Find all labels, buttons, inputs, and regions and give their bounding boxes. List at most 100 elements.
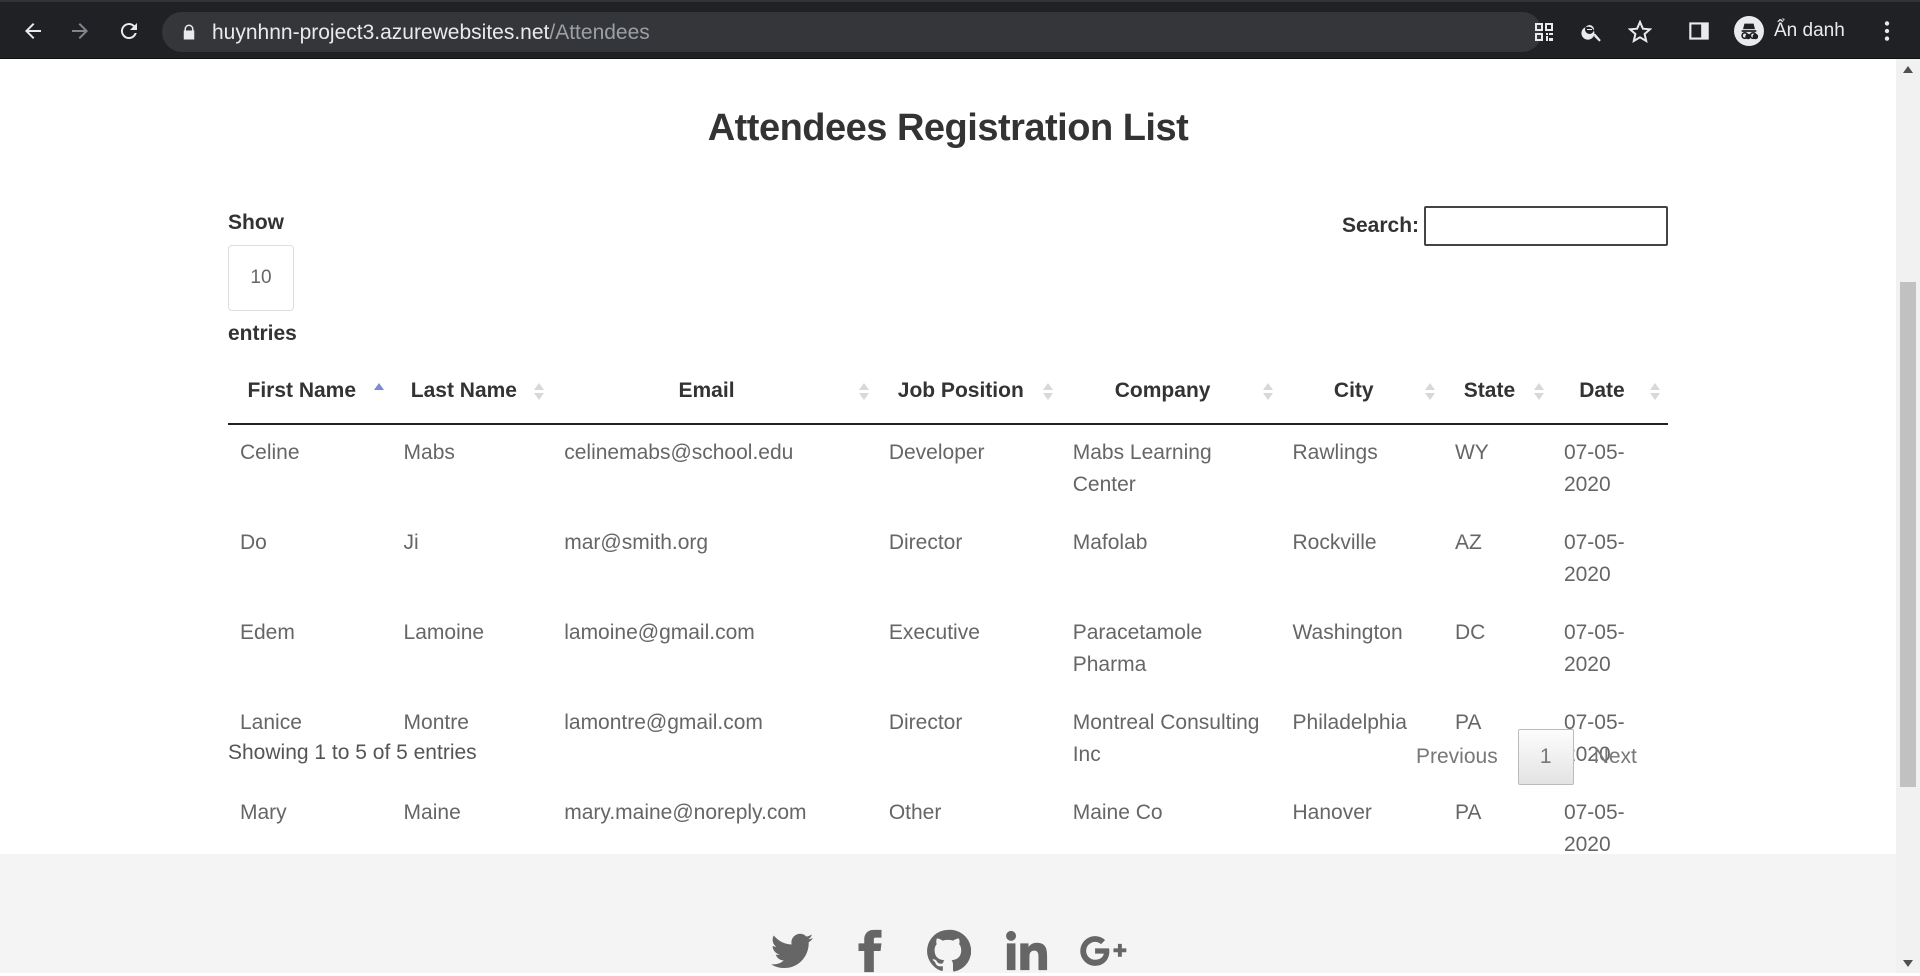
side-panel-icon[interactable] xyxy=(1686,18,1712,44)
cell-job-position: Developer xyxy=(888,441,985,464)
table-header-row: First Name Last Name Email Job Position … xyxy=(228,359,1668,425)
cell-job-position: Director xyxy=(888,531,963,554)
column-header-state[interactable]: State xyxy=(1442,359,1552,425)
zoom-icon[interactable] xyxy=(1580,20,1604,44)
url-host: huynhnn-project3.azurewebsites.net xyxy=(212,21,550,44)
github-icon[interactable] xyxy=(923,926,973,976)
cell-first-name: Celine xyxy=(240,441,300,464)
google-plus-icon[interactable] xyxy=(1079,926,1129,976)
scroll-up-arrow-icon[interactable] xyxy=(1903,66,1913,73)
sort-icon xyxy=(1042,383,1053,401)
social-links xyxy=(0,926,1896,976)
next-button[interactable]: Next xyxy=(1574,729,1657,785)
url-text: huynhnn-project3.azurewebsites.net/Atten… xyxy=(212,21,650,45)
linkedin-icon[interactable] xyxy=(1001,926,1051,976)
profile-label: Ẩn danh xyxy=(1774,20,1845,41)
cell-first-name: Do xyxy=(240,531,267,554)
cell-first-name: Edem xyxy=(240,621,295,644)
address-bar[interactable]: huynhnn-project3.azurewebsites.net/Atten… xyxy=(162,12,1652,52)
sort-icon xyxy=(534,383,545,401)
scroll-down-arrow-icon[interactable] xyxy=(1903,960,1913,967)
url-path: /Attendees xyxy=(549,21,650,44)
cell-date: 07-05-2020 xyxy=(1563,441,1625,496)
page-title: Attendees Registration List xyxy=(707,107,1189,149)
column-header-label: City xyxy=(1333,379,1374,402)
length-entries-label: entries xyxy=(228,322,297,345)
cell-company: Mabs Learning Center xyxy=(1072,441,1212,496)
column-header-label: Company xyxy=(1114,379,1211,402)
column-header-city[interactable]: City xyxy=(1280,359,1443,425)
column-header-label: First Name xyxy=(247,379,357,402)
reload-icon xyxy=(120,23,137,40)
sort-icon xyxy=(1533,383,1544,401)
cell-last-name: Montre xyxy=(403,711,469,734)
profile-button[interactable]: Ẩn danh xyxy=(1730,13,1855,49)
cell-last-name: Lamoine xyxy=(403,621,485,644)
page-content: Attendees Registration List Show 10 entr… xyxy=(0,59,1896,973)
column-header-date[interactable]: Date xyxy=(1551,359,1668,425)
cell-email: mar@smith.org xyxy=(564,531,709,554)
cell-date: 07-05-2020 xyxy=(1563,621,1625,676)
sort-icon xyxy=(1424,383,1435,401)
table-info: Showing 1 to 5 of 5 entries xyxy=(228,741,477,764)
page-button-current[interactable]: 1 xyxy=(1517,729,1574,785)
cell-state: DC xyxy=(1454,621,1486,644)
star-icon[interactable] xyxy=(1628,20,1652,44)
menu-dots-icon[interactable] xyxy=(1874,18,1900,44)
cell-city: Washington xyxy=(1292,621,1403,644)
table-row: Edem Lamoine lamoine@gmail.com Executive… xyxy=(228,605,1668,695)
previous-button[interactable]: Previous xyxy=(1396,729,1518,785)
cell-email: lamoine@gmail.com xyxy=(564,621,755,644)
reload-button[interactable] xyxy=(112,14,146,48)
back-button[interactable] xyxy=(16,14,50,48)
search-input[interactable] xyxy=(1424,206,1668,246)
search-label: Search: xyxy=(1342,214,1420,237)
attendees-table: First Name Last Name Email Job Position … xyxy=(228,359,1668,877)
pagination: Previous 1 Next xyxy=(1396,729,1657,785)
browser-toolbar: huynhnn-project3.azurewebsites.net/Atten… xyxy=(0,0,1920,59)
cell-company: Montreal Consulting Inc xyxy=(1072,711,1260,766)
column-header-email[interactable]: Email xyxy=(552,359,877,425)
cell-job-position: Director xyxy=(888,711,963,734)
facebook-icon[interactable] xyxy=(845,926,895,976)
sort-icon xyxy=(1650,383,1660,401)
table-row: Celine Mabs celinemabs@school.edu Develo… xyxy=(228,424,1668,515)
arrow-right-icon xyxy=(72,23,88,39)
cell-state: AZ xyxy=(1454,531,1482,554)
sort-icon xyxy=(858,383,869,401)
table-row: Do Ji mar@smith.org Director Mafolab Roc… xyxy=(228,515,1668,605)
sort-icon xyxy=(1262,383,1273,401)
cell-job-position: Executive xyxy=(888,621,980,644)
cell-date: 07-05-2020 xyxy=(1563,531,1625,586)
column-header-first-name[interactable]: First Name xyxy=(228,359,392,425)
column-header-company[interactable]: Company xyxy=(1060,359,1281,425)
column-header-label: Email xyxy=(678,379,735,402)
scrollbar-thumb[interactable] xyxy=(1900,282,1916,787)
cell-email: lamontre@gmail.com xyxy=(564,711,763,734)
sort-ascending-icon xyxy=(373,383,384,401)
cell-first-name: Lanice xyxy=(240,711,302,734)
cell-last-name: Mabs xyxy=(403,441,455,464)
incognito-icon xyxy=(1734,16,1764,46)
length-show-label: Show xyxy=(228,211,284,234)
cell-company: Paracetamole Pharma xyxy=(1072,621,1203,676)
qr-code-icon[interactable] xyxy=(1532,20,1556,44)
column-header-last-name[interactable]: Last Name xyxy=(391,359,553,425)
forward-button[interactable] xyxy=(63,14,97,48)
entries-length-select[interactable]: 10 xyxy=(228,245,294,311)
column-header-label: Date xyxy=(1579,379,1625,402)
cell-state: WY xyxy=(1454,441,1489,464)
cell-company: Mafolab xyxy=(1072,531,1148,554)
page-scrollbar[interactable] xyxy=(1896,59,1920,973)
cell-last-name: Ji xyxy=(403,531,419,554)
cell-city: Rockville xyxy=(1292,531,1377,554)
twitter-icon[interactable] xyxy=(767,926,817,976)
cell-email: celinemabs@school.edu xyxy=(564,441,794,464)
lock-icon xyxy=(183,24,195,40)
column-header-label: Last Name xyxy=(410,379,517,402)
arrow-left-icon xyxy=(25,23,41,39)
cell-city: Rawlings xyxy=(1292,441,1378,464)
column-header-label: Job Position xyxy=(897,379,1024,402)
column-header-job-position[interactable]: Job Position xyxy=(876,359,1061,425)
column-header-label: State xyxy=(1463,379,1516,402)
